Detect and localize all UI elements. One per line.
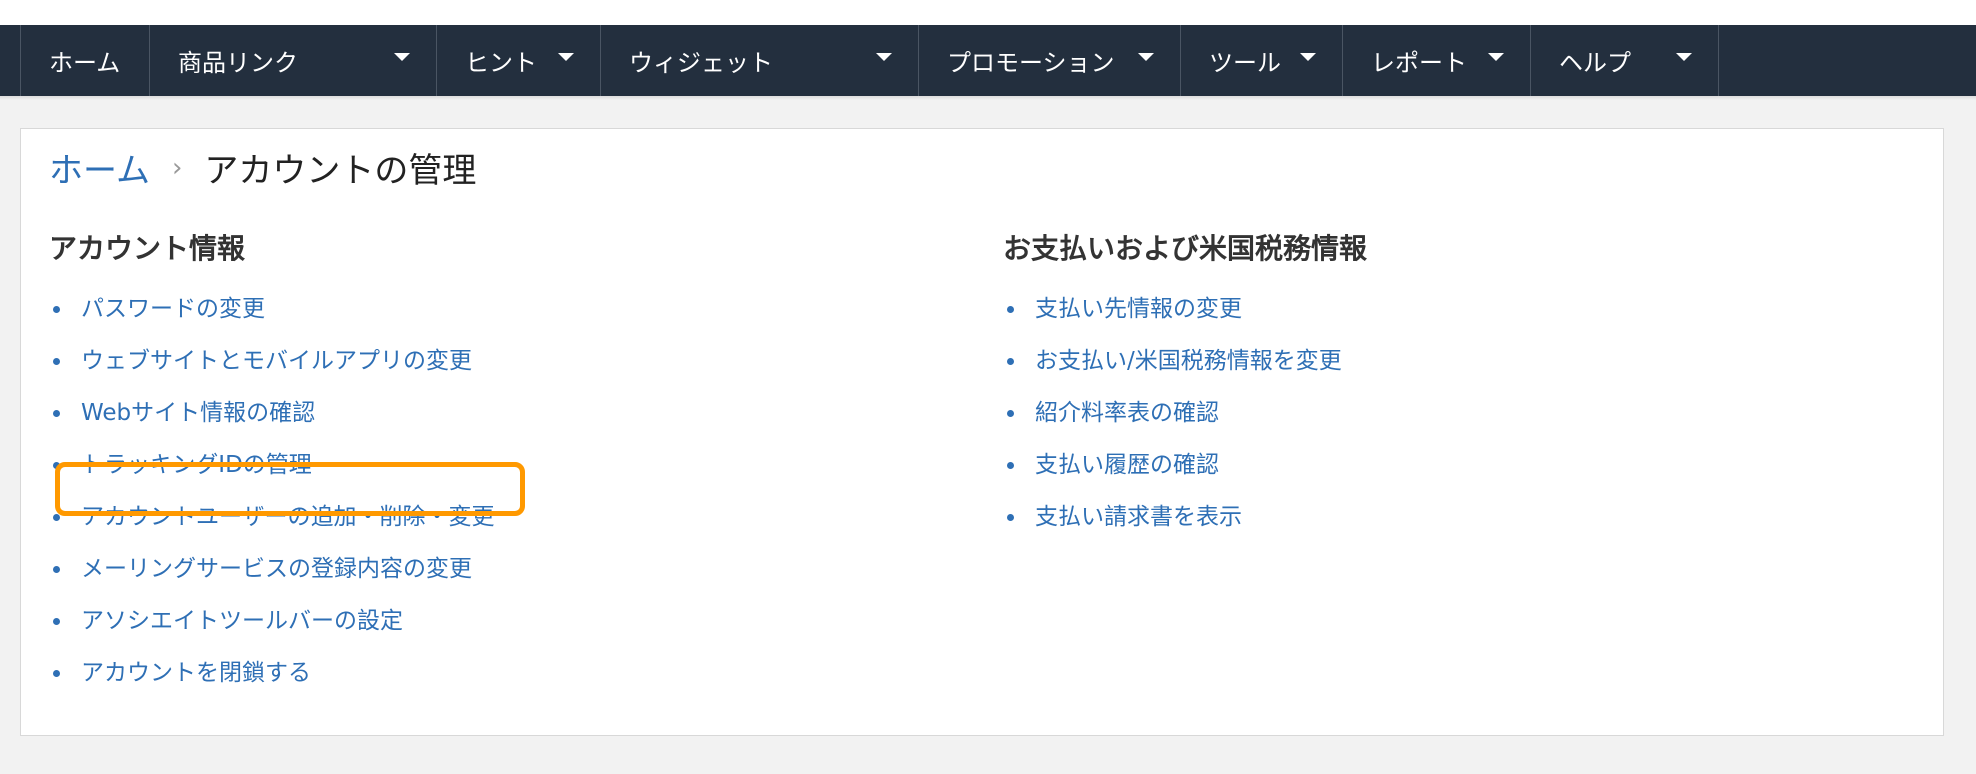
- bullet-icon: [53, 410, 60, 417]
- list-item: アカウントを閉鎖する: [49, 647, 495, 699]
- nav-item-label: ウィジェット: [629, 49, 773, 77]
- nav-item-label: プロモーション: [947, 49, 1115, 77]
- mailing-service-settings-link[interactable]: メーリングサービスの登録内容の変更: [81, 556, 472, 582]
- view-payment-history-link[interactable]: 支払い履歴の確認: [1035, 452, 1219, 478]
- nav-lead-spacer: [0, 25, 21, 96]
- list-item: ウェブサイトとモバイルアプリの変更: [49, 335, 495, 387]
- bullet-icon: [1007, 306, 1014, 313]
- list-item: お支払い/米国税務情報を変更: [1003, 335, 1367, 387]
- nav-item-reports[interactable]: レポート: [1343, 25, 1531, 96]
- nav-item-home[interactable]: ホーム: [21, 25, 150, 96]
- bullet-icon: [53, 670, 60, 677]
- view-fee-schedule-link[interactable]: 紹介料率表の確認: [1035, 400, 1219, 426]
- bullet-icon: [53, 306, 60, 313]
- list-item: 支払い請求書を表示: [1003, 491, 1367, 543]
- nav-item-label: ヒント: [465, 49, 537, 77]
- view-website-info-link[interactable]: Webサイト情報の確認: [81, 400, 315, 426]
- caret-down-icon: [1138, 53, 1154, 61]
- chevron-right-icon: ›: [171, 152, 183, 183]
- change-website-apps-link[interactable]: ウェブサイトとモバイルアプリの変更: [81, 348, 472, 374]
- nav-item-label: レポート: [1371, 49, 1467, 77]
- breadcrumb-home-link[interactable]: ホーム: [49, 143, 150, 192]
- page-title: アカウントの管理: [204, 151, 477, 191]
- caret-down-icon: [1300, 53, 1316, 61]
- main-nav: ホーム 商品リンク ヒント ウィジェット プロモーション ツール レポート ヘル…: [0, 25, 1976, 96]
- caret-down-icon: [394, 53, 410, 61]
- payment-info-list: 支払い先情報の変更 お支払い/米国税務情報を変更 紹介料率表の確認 支払い履歴の…: [1003, 283, 1367, 543]
- nav-item-label: 商品リンク: [178, 49, 298, 77]
- view-payment-invoices-link[interactable]: 支払い請求書を表示: [1035, 504, 1242, 530]
- caret-down-icon: [558, 53, 574, 61]
- nav-item-label: ツール: [1209, 49, 1281, 77]
- bullet-icon: [53, 358, 60, 365]
- section-heading: アカウント情報: [49, 232, 246, 265]
- list-item: Webサイト情報の確認: [49, 387, 495, 439]
- top-strip: [0, 0, 1976, 25]
- bullet-icon: [1007, 410, 1014, 417]
- list-item: 支払い先情報の変更: [1003, 283, 1367, 335]
- nav-item-widgets[interactable]: ウィジェット: [601, 25, 919, 96]
- highlight-box: [55, 462, 525, 516]
- bullet-icon: [53, 618, 60, 625]
- bullet-icon: [1007, 358, 1014, 365]
- nav-item-label: ヘルプ: [1559, 49, 1631, 77]
- change-password-link[interactable]: パスワードの変更: [81, 296, 265, 322]
- payment-info-section: お支払いおよび米国税務情報 支払い先情報の変更 お支払い/米国税務情報を変更 紹…: [1003, 227, 1367, 543]
- list-item: 紹介料率表の確認: [1003, 387, 1367, 439]
- nav-item-label: ホーム: [49, 49, 121, 77]
- nav-item-tips[interactable]: ヒント: [437, 25, 601, 96]
- list-item: メーリングサービスの登録内容の変更: [49, 543, 495, 595]
- bullet-icon: [53, 566, 60, 573]
- bullet-icon: [1007, 514, 1014, 521]
- nav-item-help[interactable]: ヘルプ: [1531, 25, 1719, 96]
- nav-shadow: [0, 96, 1976, 100]
- list-item: 支払い履歴の確認: [1003, 439, 1367, 491]
- nav-item-tools[interactable]: ツール: [1181, 25, 1343, 96]
- caret-down-icon: [876, 53, 892, 61]
- section-heading: お支払いおよび米国税務情報: [1003, 232, 1368, 265]
- account-management-panel: ホーム › アカウントの管理 アカウント情報 パスワードの変更 ウェブサイトとモ…: [20, 128, 1944, 736]
- nav-item-product-links[interactable]: 商品リンク: [150, 25, 437, 96]
- list-item: アソシエイトツールバーの設定: [49, 595, 495, 647]
- close-account-link[interactable]: アカウントを閉鎖する: [81, 660, 311, 686]
- nav-item-promotions[interactable]: プロモーション: [919, 25, 1181, 96]
- list-item: パスワードの変更: [49, 283, 495, 335]
- bullet-icon: [1007, 462, 1014, 469]
- change-tax-info-link[interactable]: お支払い/米国税務情報を変更: [1035, 348, 1342, 374]
- bullet-icon: [53, 514, 60, 521]
- caret-down-icon: [1676, 53, 1692, 61]
- breadcrumb: ホーム › アカウントの管理: [49, 143, 476, 192]
- associate-toolbar-settings-link[interactable]: アソシエイトツールバーの設定: [81, 608, 403, 634]
- change-payee-info-link[interactable]: 支払い先情報の変更: [1035, 296, 1242, 322]
- caret-down-icon: [1488, 53, 1504, 61]
